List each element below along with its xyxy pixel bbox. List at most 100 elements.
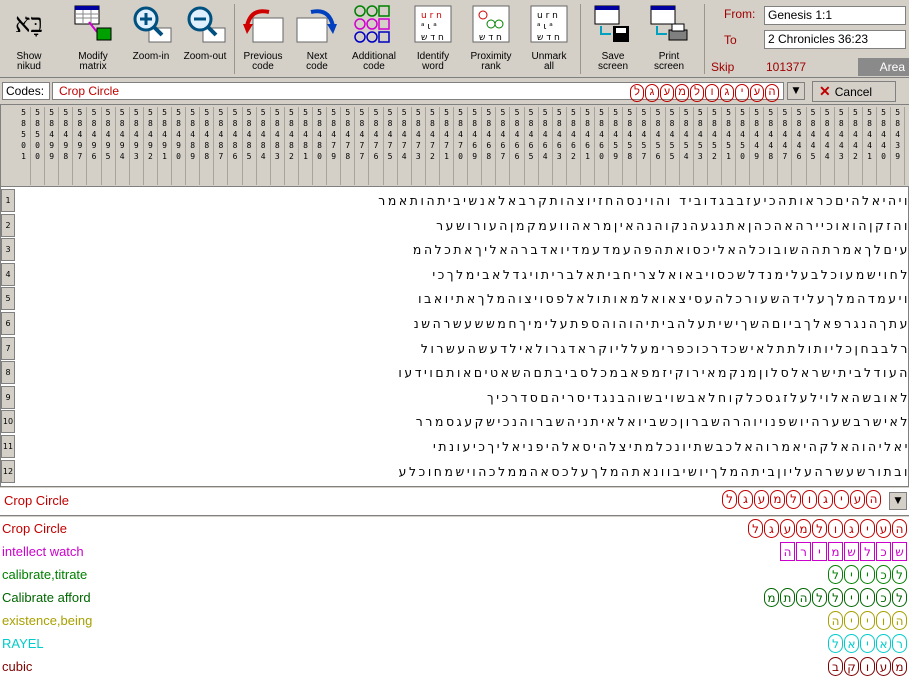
identify-word-button[interactable]: u r n ᵃ ι ᵃ ח ד ש Identify word <box>408 2 458 76</box>
row-number[interactable]: 10 <box>1 410 15 434</box>
column-header[interactable]: 5 8 4 6 4 <box>539 107 553 185</box>
column-header[interactable]: 5 8 4 4 2 <box>849 107 863 185</box>
column-header[interactable]: 5 8 5 0 0 <box>31 107 46 185</box>
column-header[interactable]: 5 8 4 8 2 <box>285 107 299 185</box>
column-header[interactable]: 5 8 4 5 1 <box>722 107 736 185</box>
row-letters[interactable]: יאליהוהאלקהיאמרוהאלכבשתיונכלמתיצלהיסאלהי… <box>17 435 909 458</box>
column-header[interactable]: 5 8 4 7 5 <box>384 107 398 185</box>
column-header[interactable]: 5 8 4 4 8 <box>764 107 779 185</box>
column-header[interactable]: 5 8 4 6 1 <box>581 107 595 185</box>
column-header[interactable]: 5 8 4 8 4 <box>257 107 271 185</box>
column-header[interactable]: 5 8 4 7 4 <box>398 107 412 185</box>
row-letters[interactable]: עתךהנגרפאלךביוםהשךישיתעלהביתיהוהוהספתעלי… <box>17 312 909 335</box>
column-header[interactable]: 5 8 4 7 0 <box>454 107 469 185</box>
column-header[interactable]: 5 8 4 6 0 <box>595 107 610 185</box>
column-header[interactable]: 5 8 4 5 9 <box>609 107 624 185</box>
row-letters[interactable]: והזקןהואוכיירהאהכהןאתנגעהנקוהנהאיןמראהוו… <box>17 214 909 237</box>
column-header[interactable]: 5 8 4 5 3 <box>694 107 708 185</box>
proximity-rank-button[interactable]: ח ד ש Proximity rank <box>464 2 518 76</box>
column-header[interactable]: 5 8 4 8 3 <box>271 107 285 185</box>
row-number[interactable]: 5 <box>1 287 15 311</box>
save-screen-button[interactable]: Save screen <box>588 2 638 76</box>
column-header[interactable]: 5 8 4 9 6 <box>88 107 102 185</box>
print-screen-button[interactable]: Print screen <box>644 2 694 76</box>
column-header[interactable]: 5 8 4 8 5 <box>243 107 257 185</box>
column-header[interactable]: 5 8 4 6 6 <box>511 107 525 185</box>
column-header[interactable]: 5 8 4 6 8 <box>482 107 497 185</box>
term-row[interactable]: RAYEL ר א י א ל <box>0 633 909 656</box>
row-number[interactable]: 4 <box>1 262 15 286</box>
column-header[interactable]: 5 8 4 6 3 <box>553 107 567 185</box>
column-header[interactable]: 5 8 4 9 2 <box>144 107 158 185</box>
term-row[interactable]: cubic מ ע ו ק ב <box>0 656 909 679</box>
next-code-button[interactable]: Next code <box>292 2 342 76</box>
row-letters[interactable]: ובתורשעשרהעליוןביתהמלךיושיבוונאתהמלךעלכס… <box>17 460 909 483</box>
column-header[interactable]: 5 8 4 5 7 <box>637 107 652 185</box>
column-header[interactable]: 5 8 4 4 3 <box>835 107 849 185</box>
modify-matrix-button[interactable]: Modify matrix <box>66 2 120 76</box>
codes-select[interactable]: Crop Circle העיגולמעגל <box>52 82 784 102</box>
column-header[interactable]: 5 8 4 7 2 <box>426 107 440 185</box>
column-header[interactable]: 5 8 4 7 7 <box>355 107 370 185</box>
area-button[interactable]: Area <box>858 58 909 76</box>
column-header[interactable]: 5 8 4 8 8 <box>200 107 215 185</box>
from-field[interactable]: Genesis 1:1 <box>764 6 906 25</box>
zoom-out-button[interactable]: Zoom-out <box>180 2 230 76</box>
column-header[interactable]: 5 8 4 8 6 <box>229 107 243 185</box>
column-header[interactable]: 5 8 4 6 7 <box>496 107 511 185</box>
to-field[interactable]: 2 Chronicles 36:23 <box>764 30 906 49</box>
column-header[interactable]: 5 8 4 8 7 <box>214 107 229 185</box>
row-number[interactable]: 9 <box>1 385 15 409</box>
row-letters[interactable]: לאובשהאלוילעלזגסכלקוחלאבשויבשוהבנגדיסריה… <box>17 386 909 409</box>
column-header[interactable]: 5 8 4 7 3 <box>412 107 426 185</box>
row-number[interactable]: 1 <box>1 189 15 212</box>
codes-dropdown-button[interactable]: ▼ <box>787 82 805 100</box>
column-header[interactable]: 5 8 4 5 6 <box>652 107 666 185</box>
column-header[interactable]: 5 8 4 4 9 <box>750 107 765 185</box>
column-header[interactable]: 5 8 4 4 0 <box>877 107 892 185</box>
show-nikud-button[interactable]: בָּא Show nikud <box>4 2 54 76</box>
column-header[interactable]: 5 8 5 0 1 <box>17 107 31 185</box>
column-header[interactable]: 5 8 4 9 0 <box>172 107 187 185</box>
column-header[interactable]: 5 8 4 5 8 <box>623 107 638 185</box>
column-header[interactable]: 5 8 4 4 7 <box>778 107 793 185</box>
row-letters[interactable]: העודלביתישראלסלוןמנקמאירוקיזמפאבמכלסביבת… <box>17 361 909 384</box>
column-header[interactable]: 5 8 4 4 5 <box>807 107 821 185</box>
row-number[interactable]: 3 <box>1 238 15 262</box>
row-number[interactable]: 7 <box>1 336 15 360</box>
column-header[interactable]: 5 8 4 4 1 <box>863 107 877 185</box>
row-letters[interactable]: לאישרבשערהיושפנויוהרהשברוןכשביואלאיתניהש… <box>17 410 909 433</box>
column-header[interactable]: 5 8 4 9 4 <box>116 107 130 185</box>
column-header[interactable]: 5 8 4 5 5 <box>666 107 680 185</box>
column-header[interactable]: 5 8 4 8 1 <box>299 107 313 185</box>
column-header[interactable]: 5 8 4 7 8 <box>341 107 356 185</box>
column-header[interactable]: 5 8 4 4 6 <box>793 107 807 185</box>
column-header[interactable]: 5 8 4 3 9 <box>891 107 906 185</box>
unmark-all-button[interactable]: u r n ᵃ ι ᵃ ח ד ש Unmark all <box>524 2 574 76</box>
row-letters[interactable]: עיםלךאמרתההשובוכלהאליכסואתהפהעמדעמדיואדב… <box>17 238 909 261</box>
column-header[interactable]: 5 8 4 5 2 <box>708 107 722 185</box>
column-header[interactable]: 5 8 4 9 3 <box>130 107 144 185</box>
column-header[interactable]: 5 8 4 6 2 <box>567 107 581 185</box>
term-row[interactable]: existence,being ה ו י י ה <box>0 610 909 633</box>
row-letters[interactable]: ויהיאלהיםכראותהכיעזבבגדוביד והוינסהחזיוצ… <box>17 189 909 212</box>
term-row[interactable]: Crop Circle ה ע י ג ו ל מ ע ג ל <box>0 518 909 541</box>
row-number[interactable]: 8 <box>1 361 15 385</box>
column-header[interactable]: 5 8 4 7 9 <box>327 107 342 185</box>
column-header[interactable]: 5 8 4 9 7 <box>73 107 88 185</box>
column-header[interactable]: 5 8 4 8 0 <box>313 107 328 185</box>
column-header[interactable]: 5 8 4 9 8 <box>59 107 74 185</box>
column-header[interactable]: 5 8 4 5 0 <box>736 107 751 185</box>
column-header[interactable]: 5 8 4 7 6 <box>370 107 384 185</box>
term-row[interactable]: calibrate,titrate ל כ י י ל <box>0 564 909 587</box>
term-row[interactable]: Calibrate afford ל כ י י ל ל ה ת מ <box>0 587 909 610</box>
column-header[interactable]: 5 8 4 3 8 <box>905 107 909 185</box>
zoom-in-button[interactable]: Zoom-in <box>126 2 176 76</box>
row-letters[interactable]: ויעמדהמלךעלידהשעורכלהעסיצאואלמאותולאלפסו… <box>17 287 909 310</box>
term-row[interactable]: intellect watch ש כ ל ש מ י ר ה <box>0 541 909 564</box>
cancel-button[interactable]: ✕ Cancel <box>812 81 896 102</box>
match-dropdown-button[interactable]: ▼ <box>889 492 907 510</box>
column-header[interactable]: 5 8 4 9 1 <box>158 107 172 185</box>
column-header[interactable]: 5 8 4 8 9 <box>186 107 201 185</box>
column-header[interactable]: 5 8 4 6 5 <box>525 107 539 185</box>
